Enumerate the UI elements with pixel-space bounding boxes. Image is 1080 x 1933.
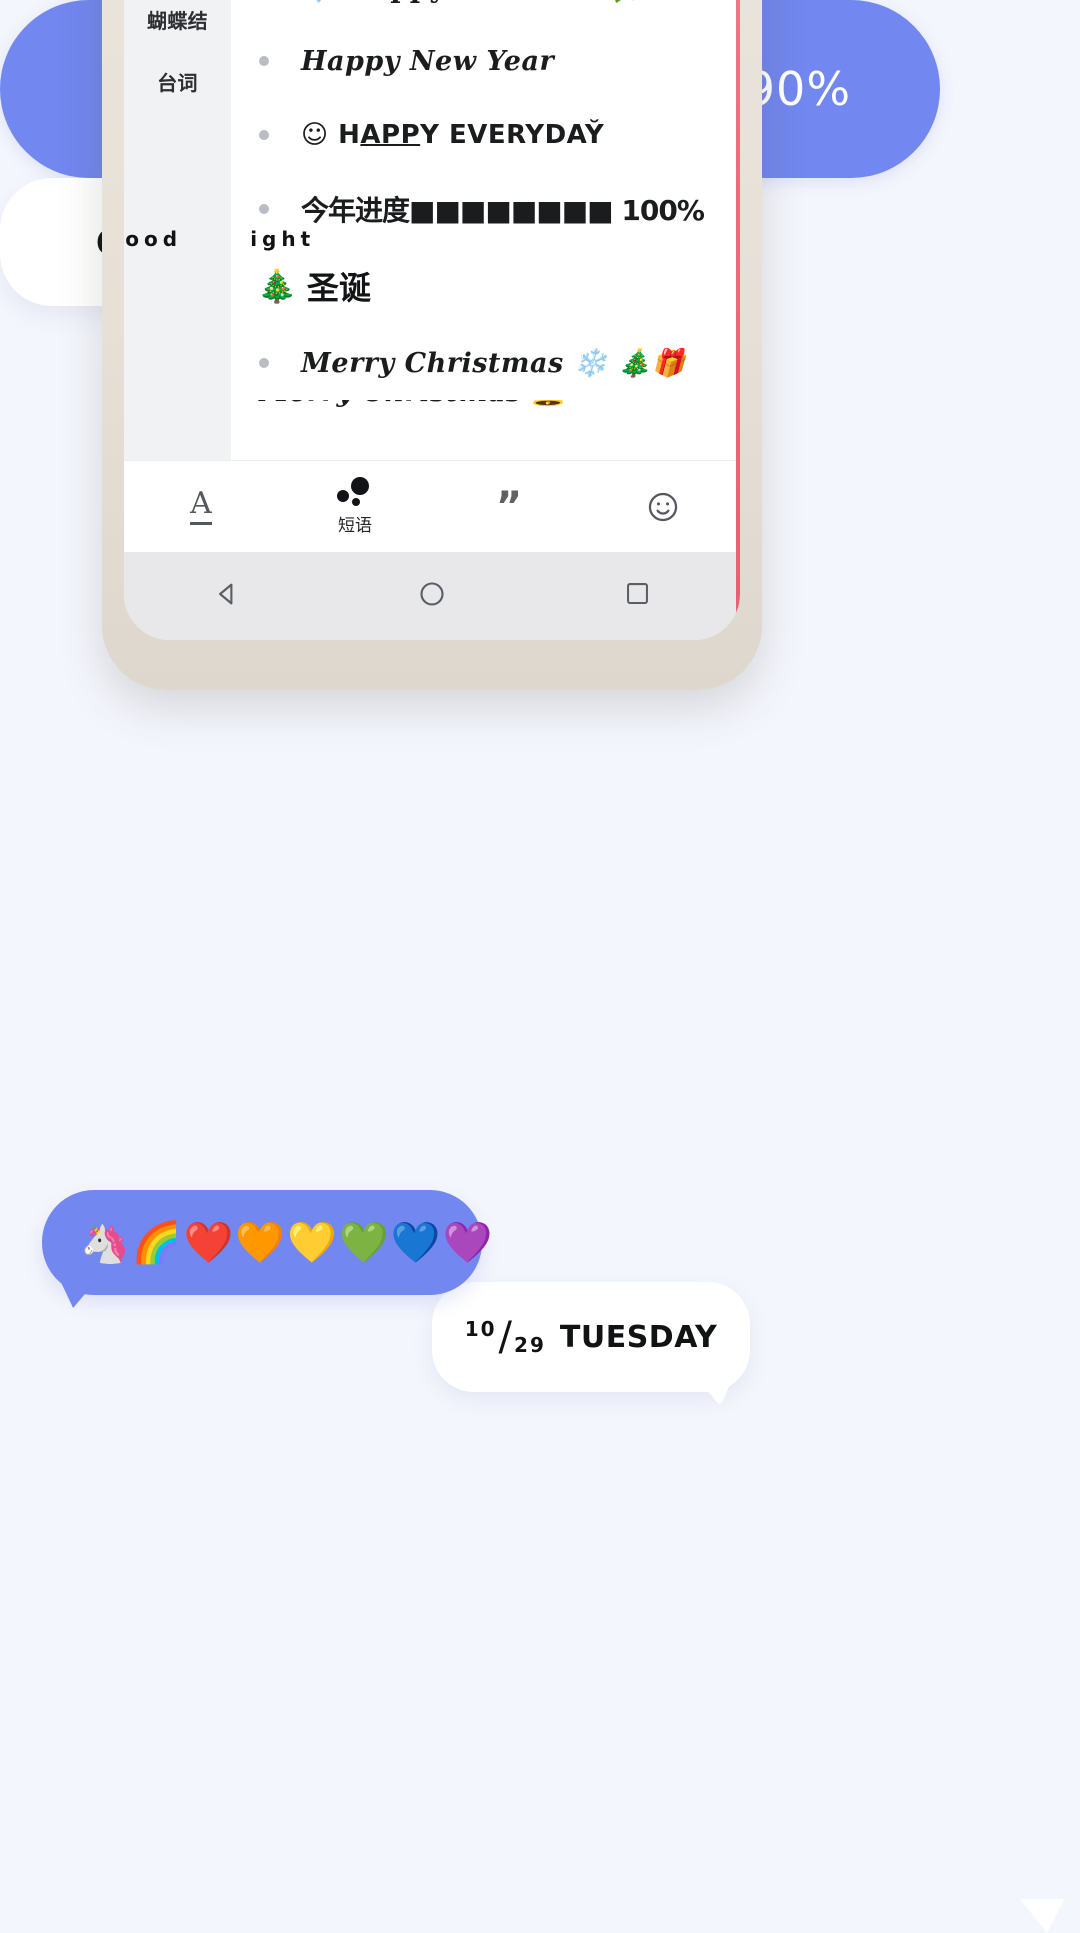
sidebar-tab-label: 蝴蝶结 xyxy=(147,10,208,33)
nav-back-button[interactable] xyxy=(167,552,287,640)
list-item-suffix: Y EVERYDAY̆ xyxy=(420,120,605,150)
bubble-tail xyxy=(58,1276,100,1308)
chat-bubble-date[interactable]: 10 / 29 TUESDAY xyxy=(432,1282,750,1406)
toolbar-phrases-button[interactable]: 短语 xyxy=(278,461,432,552)
list-item-label: 今年进度■■■■■■■■ 100% xyxy=(301,194,705,227)
date-message-text: 10 / 29 TUESDAY xyxy=(465,1314,718,1360)
bubble-tail xyxy=(692,1372,736,1406)
christmas-tree-icon: 🎄 xyxy=(257,268,297,304)
phone-mockup: Emoji 蝴蝶结 台词 ❄️ Happy New Year 🌿 xyxy=(102,0,762,690)
font-style-icon: A xyxy=(190,488,212,525)
keyboard-content: Emoji 蝴蝶结 台词 ❄️ Happy New Year 🌿 xyxy=(124,0,740,460)
list-item[interactable]: ❄️ Happy New Year 🌿 xyxy=(231,0,740,24)
bullet-icon xyxy=(259,358,269,368)
bubble-tail xyxy=(1020,1899,1064,1933)
date-day: 29 xyxy=(514,1333,546,1357)
list-item-label: Merry Christmas ❄️ 🎄🎁 xyxy=(301,348,686,379)
chat-bubble-emoji[interactable]: 🦄🌈❤️🧡💛💚💙💜 xyxy=(42,1190,492,1308)
phone-screen: Emoji 蝴蝶结 台词 ❄️ Happy New Year 🌿 xyxy=(124,0,740,640)
good-night-ight: ight xyxy=(250,227,316,251)
date-weekday: TUESDAY xyxy=(559,1319,718,1355)
date-slash-icon: / xyxy=(498,1314,513,1360)
list-item[interactable]: ☺ HAPPY EVERYDAY̆ xyxy=(231,98,740,172)
date-month: 10 xyxy=(464,1317,497,1341)
recents-square-icon xyxy=(624,580,651,612)
sidebar-tab-lines[interactable]: 台词 xyxy=(124,50,231,112)
phrases-dots-icon xyxy=(337,477,373,507)
bullet-icon xyxy=(259,56,269,66)
list-item-label: ☺ HAPPY EVERYDAY̆ xyxy=(301,120,604,150)
list-item[interactable]: Happy New Year xyxy=(231,24,740,98)
bullet-icon xyxy=(259,130,269,140)
list-section-header: 🎄 圣诞 xyxy=(231,246,740,326)
nav-recents-button[interactable] xyxy=(577,552,697,640)
list-item-underline: APP xyxy=(360,120,421,150)
bullet-icon xyxy=(259,204,269,214)
back-triangle-icon xyxy=(212,579,242,614)
toolbar-phrases-label: 短语 xyxy=(338,516,372,535)
android-navigation-bar xyxy=(124,552,740,640)
toolbar-font-style-button[interactable]: A xyxy=(124,461,278,552)
toolbar-emoji-button[interactable] xyxy=(586,461,740,552)
sidebar-tab-label: 台词 xyxy=(157,72,198,95)
emoji-message-text: 🦄🌈❤️🧡💛💚💙💜 xyxy=(80,1221,495,1265)
smiley-icon xyxy=(646,490,680,524)
keyboard-toolbar: A 短语 ” xyxy=(124,460,740,552)
screen-edge-accent xyxy=(736,0,740,640)
good-night-ood: ood xyxy=(125,227,183,251)
section-title: 圣诞 xyxy=(306,269,371,307)
list-item-label: Merry Christmas 🔔 xyxy=(259,400,566,408)
nav-home-button[interactable] xyxy=(372,552,492,640)
list-item[interactable]: Merry Christmas 🔔 xyxy=(231,400,740,430)
quote-icon: ” xyxy=(495,483,523,530)
list-item[interactable]: Merry Christmas ❄️ 🎄🎁 xyxy=(231,326,740,400)
list-item-prefix: ☺ H xyxy=(301,120,361,150)
keyboard-panel: Emoji 蝴蝶结 台词 ❄️ Happy New Year 🌿 xyxy=(124,0,740,640)
sidebar-tab-bowtie[interactable]: 蝴蝶结 xyxy=(124,0,231,50)
list-item-label: Happy New Year xyxy=(301,45,555,77)
toolbar-quotes-button[interactable]: ” xyxy=(432,461,586,552)
list-item-label: ❄️ Happy New Year 🌿 xyxy=(301,0,646,4)
home-circle-icon xyxy=(418,580,446,613)
